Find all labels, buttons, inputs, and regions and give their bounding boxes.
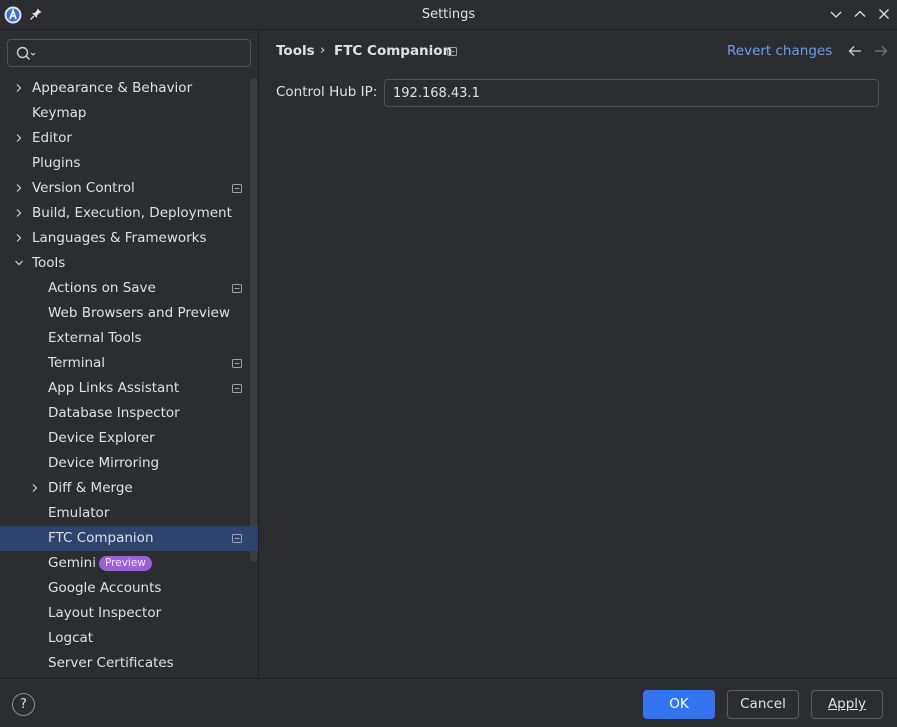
sidebar-item-google-accounts[interactable]: Google Accounts bbox=[0, 576, 258, 601]
sidebar-item-label: FTC Companion bbox=[48, 530, 154, 546]
sidebar-item-label: Version Control bbox=[32, 180, 135, 196]
sidebar-item-label: Tools bbox=[32, 255, 66, 271]
sidebar-item-label: Database Inspector bbox=[48, 405, 180, 421]
control-hub-ip-input[interactable] bbox=[384, 79, 879, 107]
sidebar-item-label: External Tools bbox=[48, 330, 142, 346]
apply-button[interactable]: Apply bbox=[811, 690, 883, 719]
sidebar-item-layout-inspector[interactable]: Layout Inspector bbox=[0, 601, 258, 626]
sidebar-item-editor[interactable]: Editor bbox=[0, 126, 258, 151]
sidebar-item-terminal[interactable]: Terminal bbox=[0, 351, 258, 376]
sidebar-item-build-execution-deployment[interactable]: Build, Execution, Deployment bbox=[0, 201, 258, 226]
settings-sidebar: Appearance & Behavior Keymap Editor Plugins… bbox=[0, 30, 259, 678]
project-level-icon bbox=[232, 284, 242, 293]
sidebar-item-label: App Links Assistant bbox=[48, 380, 180, 396]
sidebar-item-label: Build, Execution, Deployment bbox=[32, 205, 232, 221]
chevron-right-icon[interactable] bbox=[14, 233, 24, 243]
sidebar-item-label: Google Accounts bbox=[48, 580, 162, 596]
chevron-right-icon[interactable] bbox=[30, 483, 40, 493]
sidebar-item-actions-on-save[interactable]: Actions on Save bbox=[0, 276, 258, 301]
sidebar-item-label: Plugins bbox=[32, 155, 81, 171]
project-level-icon bbox=[232, 384, 242, 393]
project-level-icon bbox=[232, 359, 242, 368]
sidebar-item-app-links-assistant[interactable]: App Links Assistant bbox=[0, 376, 258, 401]
sidebar-item-plugins[interactable]: Plugins bbox=[0, 151, 258, 176]
sidebar-item-label: Device Explorer bbox=[48, 430, 155, 446]
control-hub-ip-label: Control Hub IP: bbox=[276, 84, 378, 100]
page-title: FTC Companion bbox=[334, 43, 453, 59]
sidebar-item-keymap[interactable]: Keymap bbox=[0, 101, 258, 126]
sidebar-item-label: Diff & Merge bbox=[48, 480, 133, 496]
minimize-chevron-down-icon[interactable] bbox=[829, 7, 843, 21]
chevron-right-icon[interactable] bbox=[14, 83, 24, 93]
close-icon[interactable] bbox=[877, 7, 891, 21]
sidebar-item-gemini[interactable]: Gemini Preview bbox=[0, 551, 258, 576]
dialog-footer: ? OK Cancel Apply bbox=[0, 678, 897, 727]
breadcrumb-separator: › bbox=[320, 43, 326, 58]
sidebar-item-label: Device Mirroring bbox=[48, 455, 160, 471]
sidebar-item-external-tools[interactable]: External Tools bbox=[0, 326, 258, 351]
sidebar-item-label: Terminal bbox=[48, 355, 106, 371]
chevron-down-icon[interactable] bbox=[14, 258, 24, 268]
sidebar-item-appearance-and-behavior[interactable]: Appearance & Behavior bbox=[0, 76, 258, 101]
project-level-icon bbox=[232, 534, 242, 543]
project-level-icon bbox=[232, 184, 242, 193]
sidebar-item-logcat[interactable]: Logcat bbox=[0, 626, 258, 651]
chevron-right-icon[interactable] bbox=[14, 133, 24, 143]
back-arrow-icon[interactable] bbox=[848, 45, 862, 57]
revert-changes-link[interactable]: Revert changes bbox=[727, 43, 832, 59]
sidebar-item-label: Web Browsers and Preview bbox=[48, 305, 230, 321]
sidebar-item-label: Languages & Frameworks bbox=[32, 230, 207, 246]
sidebar-item-label: Editor bbox=[32, 130, 72, 146]
window-title: Settings bbox=[421, 7, 476, 22]
sidebar-item-device-mirroring[interactable]: Device Mirroring bbox=[0, 451, 258, 476]
sidebar-item-label: Emulator bbox=[48, 505, 110, 521]
search-icon[interactable] bbox=[16, 46, 36, 62]
settings-content: Tools › FTC Companion Revert changes Con… bbox=[260, 30, 897, 678]
sidebar-item-label: Logcat bbox=[48, 630, 94, 646]
sidebar-item-tools[interactable]: Tools bbox=[0, 251, 258, 276]
title-bar: Settings bbox=[0, 0, 897, 30]
preview-badge: Preview bbox=[99, 556, 152, 571]
maximize-chevron-up-icon[interactable] bbox=[853, 7, 867, 21]
sidebar-item-diff-and-merge[interactable]: Diff & Merge bbox=[0, 476, 258, 501]
breadcrumb-parent[interactable]: Tools bbox=[276, 43, 315, 59]
chevron-right-icon[interactable] bbox=[14, 208, 24, 218]
sidebar-item-label: Gemini bbox=[48, 555, 96, 571]
cancel-button[interactable]: Cancel bbox=[727, 690, 799, 719]
sidebar-item-emulator[interactable]: Emulator bbox=[0, 501, 258, 526]
sidebar-item-web-browsers-and-preview[interactable]: Web Browsers and Preview bbox=[0, 301, 258, 326]
sidebar-item-label: Keymap bbox=[32, 105, 87, 121]
sidebar-item-label: Layout Inspector bbox=[48, 605, 162, 621]
sidebar-item-device-explorer[interactable]: Device Explorer bbox=[0, 426, 258, 451]
sidebar-item-languages-and-frameworks[interactable]: Languages & Frameworks bbox=[0, 226, 258, 251]
help-button[interactable]: ? bbox=[12, 693, 35, 716]
sidebar-item-ftc-companion[interactable]: FTC Companion bbox=[0, 526, 258, 551]
sidebar-item-label: Server Certificates bbox=[48, 655, 174, 671]
sidebar-item-database-inspector[interactable]: Database Inspector bbox=[0, 401, 258, 426]
search-field[interactable] bbox=[7, 39, 251, 67]
project-level-icon bbox=[447, 47, 457, 56]
sidebar-item-version-control[interactable]: Version Control bbox=[0, 176, 258, 201]
sidebar-item-server-certificates[interactable]: Server Certificates bbox=[0, 651, 258, 676]
forward-arrow-icon[interactable] bbox=[874, 45, 888, 57]
ok-button[interactable]: OK bbox=[643, 690, 715, 719]
chevron-right-icon[interactable] bbox=[14, 183, 24, 193]
sidebar-item-label: Actions on Save bbox=[48, 280, 156, 296]
sidebar-item-label: Appearance & Behavior bbox=[32, 80, 193, 96]
